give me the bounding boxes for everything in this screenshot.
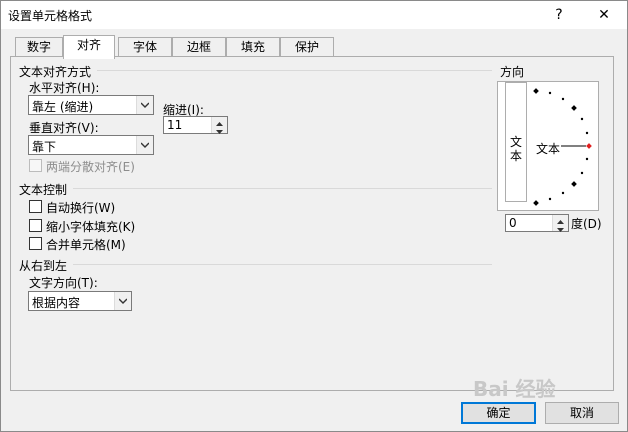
shrink-to-fit-checkbox[interactable] xyxy=(29,219,42,232)
tab-fill[interactable]: 填充 xyxy=(226,37,280,57)
tab-font[interactable]: 字体 xyxy=(118,37,172,57)
help-button[interactable]: ? xyxy=(546,4,572,26)
title-bar: 设置单元格格式 ? ✕ xyxy=(1,1,627,29)
vertical-label: 垂直对齐(V): xyxy=(29,121,99,135)
spin-up-icon[interactable] xyxy=(212,117,227,126)
horizontal-select[interactable]: 靠左 (缩进) xyxy=(28,95,154,115)
orientation-box: 文 本 文本 xyxy=(497,81,599,211)
tab-alignment[interactable]: 对齐 xyxy=(63,35,115,59)
text-direction-label: 文字方向(T): xyxy=(29,276,98,290)
degrees-spinner[interactable]: 0 xyxy=(505,214,569,232)
wrap-text-label: 自动换行(W) xyxy=(46,201,116,215)
divider xyxy=(73,188,492,189)
ok-button[interactable]: 确定 xyxy=(461,402,536,424)
distributed-label: 两端分散对齐(E) xyxy=(46,160,135,174)
tab-border[interactable]: 边框 xyxy=(172,37,226,57)
text-control-group-title: 文本控制 xyxy=(19,183,68,197)
orientation-group-title: 方向 xyxy=(500,65,525,79)
spin-down-icon[interactable] xyxy=(553,223,568,232)
tab-protection[interactable]: 保护 xyxy=(280,37,334,57)
tab-number[interactable]: 数字 xyxy=(15,37,63,57)
degrees-label: 度(D) xyxy=(571,217,602,231)
shrink-to-fit-label: 缩小字体填充(K) xyxy=(46,220,136,234)
divider xyxy=(97,70,492,71)
indent-spinner[interactable]: 11 xyxy=(163,116,228,134)
spin-down-icon[interactable] xyxy=(212,125,227,134)
chevron-down-icon[interactable] xyxy=(136,136,153,154)
wrap-text-checkbox[interactable] xyxy=(29,200,42,213)
close-button[interactable]: ✕ xyxy=(591,4,617,26)
vertical-text-char: 本 xyxy=(510,149,523,163)
distributed-checkbox[interactable] xyxy=(29,159,42,172)
chevron-down-icon[interactable] xyxy=(114,292,131,310)
merge-cells-checkbox[interactable] xyxy=(29,237,42,250)
horizontal-value: 靠左 (缩进) xyxy=(32,100,94,114)
divider xyxy=(73,264,492,265)
vertical-text-button[interactable]: 文 本 xyxy=(505,82,527,202)
text-alignment-group-title: 文本对齐方式 xyxy=(19,65,92,79)
vertical-value: 靠下 xyxy=(32,140,57,154)
vertical-select[interactable]: 靠下 xyxy=(28,135,154,155)
rtl-group-title: 从右到左 xyxy=(19,259,68,273)
chevron-down-icon[interactable] xyxy=(136,96,153,114)
text-direction-select[interactable]: 根据内容 xyxy=(28,291,132,311)
merge-cells-label: 合并单元格(M) xyxy=(46,238,126,252)
text-direction-value: 根据内容 xyxy=(32,296,81,310)
spin-buttons xyxy=(211,117,227,134)
degrees-value: 0 xyxy=(509,216,517,230)
dialog-title: 设置单元格格式 xyxy=(8,9,93,23)
horizontal-label: 水平对齐(H): xyxy=(29,81,100,95)
format-cells-dialog: 设置单元格格式 ? ✕ 数字 对齐 字体 边框 填充 保护 文本对齐方式 水平对… xyxy=(0,0,628,432)
cancel-button[interactable]: 取消 xyxy=(545,402,619,424)
spin-buttons xyxy=(552,215,568,232)
dial-text: 文本 xyxy=(536,142,561,156)
indent-value: 11 xyxy=(167,118,183,132)
watermark: Bai 经验 xyxy=(473,377,556,401)
spin-up-icon[interactable] xyxy=(553,215,568,224)
